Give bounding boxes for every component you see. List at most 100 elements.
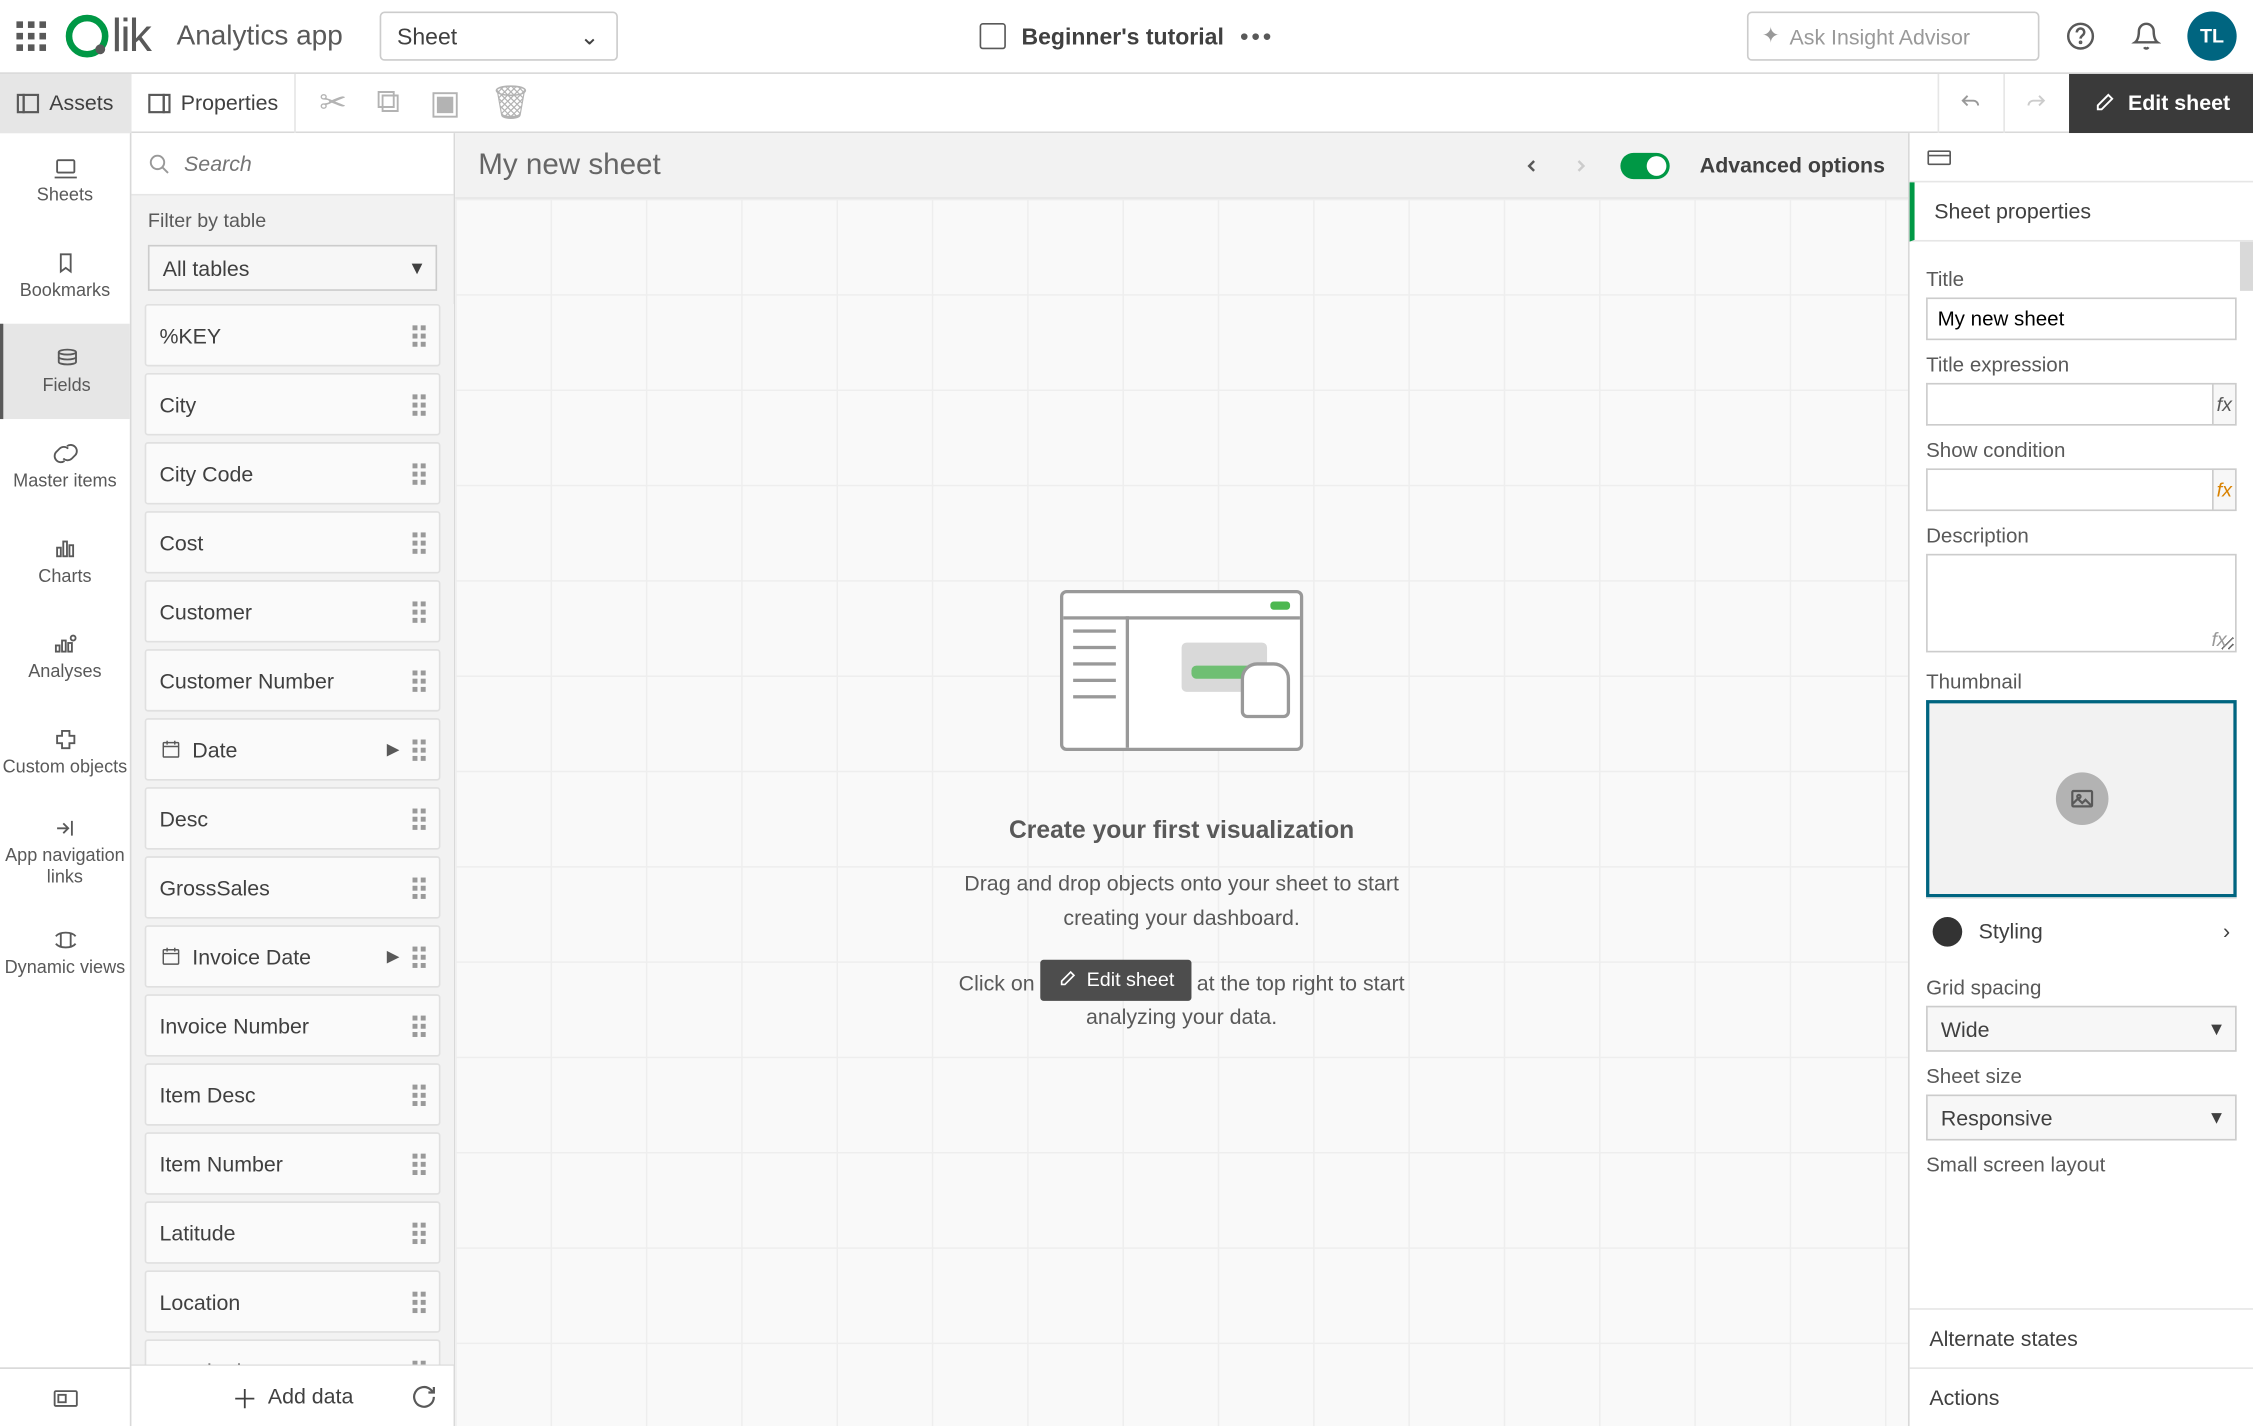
rail-custom-objects[interactable]: Custom objects [0, 705, 130, 800]
refresh-icon[interactable] [411, 1383, 437, 1409]
rail-charts[interactable]: Charts [0, 514, 130, 609]
field-item[interactable]: Cost [145, 511, 441, 573]
scrollbar[interactable] [2240, 242, 2253, 291]
field-item[interactable]: Customer [145, 580, 441, 642]
rail-bottom-icon[interactable] [0, 1367, 130, 1426]
sheet-canvas[interactable]: Create your first visualization Drag and… [455, 199, 1908, 1426]
title-input[interactable] [1926, 297, 2237, 340]
edit-icons: ✂ ⧉ ▣ 🗑 [296, 82, 555, 123]
chevron-down-icon: ⌄ [580, 22, 599, 50]
assets-toggle[interactable]: Assets [0, 73, 131, 132]
title-expr-input[interactable] [1926, 383, 2212, 426]
thumbnail-picker[interactable] [1926, 700, 2237, 897]
field-item[interactable]: Location [145, 1270, 441, 1332]
user-avatar[interactable]: TL [2187, 12, 2236, 61]
properties-toggle[interactable]: Properties [131, 73, 296, 132]
field-item[interactable]: City [145, 373, 441, 435]
cut-icon[interactable]: ✂ [319, 82, 347, 123]
fx-button[interactable]: fx [2212, 468, 2237, 511]
edit-sheet-button[interactable]: Edit sheet [2069, 73, 2253, 132]
filter-value: All tables [163, 256, 250, 281]
sheet-layout-icon[interactable] [1926, 147, 1952, 167]
field-item[interactable]: City Code [145, 442, 441, 504]
rail-label: Analyses [28, 662, 101, 682]
help-icon[interactable] [2056, 12, 2105, 61]
field-item[interactable]: Invoice Number [145, 994, 441, 1056]
alternate-states-accordion[interactable]: Alternate states [1910, 1308, 2253, 1367]
chevron-right-icon: › [2223, 919, 2230, 944]
bell-icon[interactable] [2122, 12, 2171, 61]
field-name: Latitude [159, 1220, 235, 1245]
rail-bookmarks[interactable]: Bookmarks [0, 228, 130, 323]
search-row [131, 133, 453, 195]
search-input[interactable] [184, 151, 437, 176]
advanced-options-toggle[interactable] [1621, 152, 1670, 178]
drag-handle-icon[interactable] [412, 325, 425, 346]
drag-handle-icon[interactable] [412, 1291, 425, 1312]
styling-label: Styling [1979, 919, 2043, 944]
chevron-right-icon: ▶ [387, 740, 400, 758]
drag-handle-icon[interactable] [412, 394, 425, 415]
small-screen-label: Small screen layout [1926, 1154, 2237, 1177]
rail-label: Bookmarks [20, 281, 110, 301]
topbar: lik Analytics app Sheet ⌄ Beginner's tut… [0, 0, 2253, 74]
drag-handle-icon[interactable] [412, 808, 425, 829]
empty-line1: Drag and drop objects onto your sheet to… [935, 868, 1428, 936]
sheet-dropdown[interactable]: Sheet ⌄ [379, 12, 617, 61]
rail-nav-links[interactable]: App navigation links [0, 800, 130, 905]
add-data-label[interactable]: Add data [268, 1384, 354, 1409]
sheet-size-dropdown[interactable]: Responsive ▾ [1926, 1095, 2237, 1141]
field-item[interactable]: GrossSales [145, 856, 441, 918]
show-cond-input[interactable] [1926, 468, 2212, 511]
drag-handle-icon[interactable] [412, 463, 425, 484]
rail-dynamic-views[interactable]: Dynamic views [0, 906, 130, 1001]
field-item[interactable]: Invoice Date▶ [145, 925, 441, 987]
field-item[interactable]: Latitude [145, 1201, 441, 1263]
filter-by-table-label: Filter by table [131, 196, 453, 239]
next-sheet-button[interactable] [1572, 155, 1592, 175]
field-item[interactable]: Customer Number [145, 649, 441, 711]
delete-icon[interactable]: 🗑 [490, 82, 532, 123]
rail-master-items[interactable]: Master items [0, 419, 130, 514]
field-name: Date [192, 737, 237, 762]
drag-handle-icon[interactable] [412, 739, 425, 760]
app-launcher-icon[interactable] [16, 21, 46, 51]
drag-handle-icon[interactable] [412, 601, 425, 622]
more-icon[interactable]: ••• [1240, 23, 1274, 49]
rail-fields[interactable]: Fields [0, 324, 130, 419]
drag-handle-icon[interactable] [412, 877, 425, 898]
drag-handle-icon[interactable] [412, 946, 425, 967]
drag-handle-icon[interactable] [412, 670, 425, 691]
drag-handle-icon[interactable] [412, 1153, 425, 1174]
field-item[interactable]: Date ▶ [145, 718, 441, 780]
fx-icon[interactable]: fx [2211, 628, 2226, 651]
drag-handle-icon[interactable] [412, 1084, 425, 1105]
insight-search[interactable]: ✦ Ask Insight Advisor [1747, 12, 2040, 61]
paste-icon[interactable]: ▣ [429, 82, 460, 123]
qlik-logo: lik [66, 10, 151, 63]
drag-handle-icon[interactable] [412, 532, 425, 553]
rail-sheets[interactable]: Sheets [0, 133, 130, 228]
field-item[interactable]: %KEY [145, 304, 441, 366]
drag-handle-icon[interactable] [412, 1015, 425, 1036]
prev-sheet-button[interactable] [1522, 155, 1542, 175]
center-tutorial: Beginner's tutorial ••• [979, 23, 1275, 49]
styling-row[interactable]: Styling › [1926, 897, 2237, 963]
rail-analyses[interactable]: Analyses [0, 610, 130, 705]
actions-accordion[interactable]: Actions [1910, 1367, 2253, 1426]
drag-handle-icon[interactable] [412, 1222, 425, 1243]
field-item[interactable]: Longitude [145, 1339, 441, 1364]
fx-button[interactable]: fx [2212, 383, 2237, 426]
plus-icon[interactable]: ＋ [232, 1376, 258, 1415]
undo-button[interactable] [1937, 73, 2003, 132]
sheet-properties-header: Sheet properties [1910, 182, 2253, 241]
redo-button[interactable] [2003, 73, 2069, 132]
table-filter-dropdown[interactable]: All tables ▾ [148, 245, 437, 291]
description-input[interactable] [1926, 554, 2237, 653]
grid-spacing-dropdown[interactable]: Wide ▾ [1926, 1006, 2237, 1052]
field-item[interactable]: Desc [145, 787, 441, 849]
field-item[interactable]: Item Desc [145, 1063, 441, 1125]
field-item[interactable]: Item Number [145, 1132, 441, 1194]
copy-icon[interactable]: ⧉ [376, 84, 399, 122]
add-data-row: ＋ Add data [131, 1364, 453, 1426]
